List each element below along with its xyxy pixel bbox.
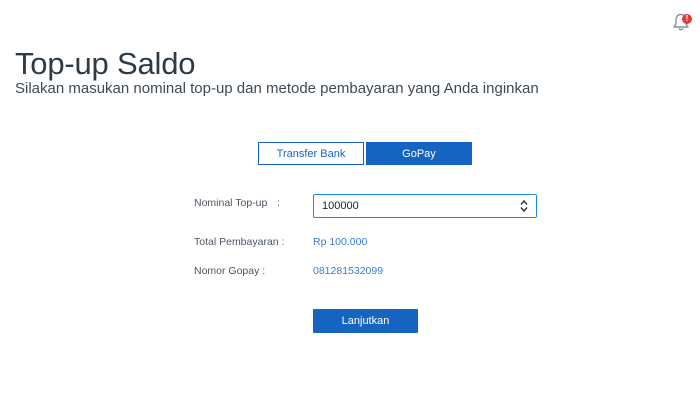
notification-badge: ! (682, 14, 692, 24)
total-payment-value: Rp 100.000 (313, 236, 368, 248)
tab-transfer-bank[interactable]: Transfer Bank (258, 142, 364, 165)
page-title: Top-up Saldo (15, 46, 196, 81)
spinner-arrows-icon[interactable] (520, 199, 528, 213)
continue-button[interactable]: Lanjutkan (313, 309, 418, 333)
gopay-number-value: 081281532099 (313, 265, 384, 277)
total-payment-label: Total Pembayaran : (194, 236, 285, 248)
gopay-number-label: Nomor Gopay : (194, 265, 266, 277)
nominal-label: Nominal Top-up (194, 197, 268, 209)
nominal-label-colon: : (277, 197, 280, 209)
notification-bell[interactable]: ! (671, 11, 693, 33)
nominal-stepper[interactable] (313, 194, 537, 218)
tab-gopay[interactable]: GoPay (366, 142, 472, 165)
page-subtitle: Silakan masukan nominal top-up dan metod… (15, 80, 539, 97)
nominal-input[interactable] (314, 195, 514, 216)
